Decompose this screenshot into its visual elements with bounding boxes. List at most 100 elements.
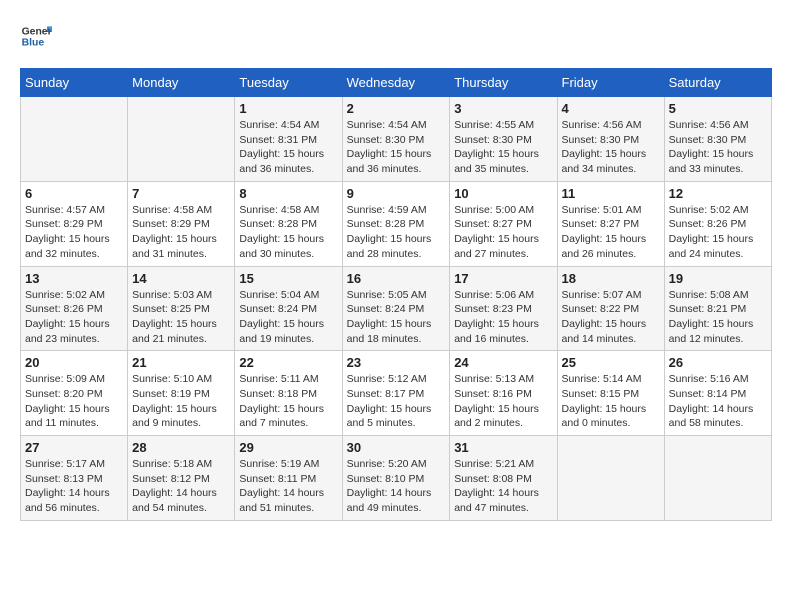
calendar-week-1: 1Sunrise: 4:54 AM Sunset: 8:31 PM Daylig… [21, 97, 772, 182]
calendar-cell: 21Sunrise: 5:10 AM Sunset: 8:19 PM Dayli… [128, 351, 235, 436]
day-number: 22 [239, 355, 337, 370]
day-info: Sunrise: 4:56 AM Sunset: 8:30 PM Dayligh… [669, 118, 767, 177]
calendar-cell: 3 Sunrise: 4:55 AM Sunset: 8:30 PM Daylig… [450, 97, 557, 182]
day-info: Sunrise: 5:01 AM Sunset: 8:27 PM Dayligh… [562, 203, 660, 262]
day-info: Sunrise: 5:13 AM Sunset: 8:16 PM Dayligh… [454, 372, 552, 431]
calendar-cell: 30 Sunrise: 5:20 AM Sunset: 8:10 PM Dayli… [342, 436, 450, 521]
calendar-header-row: SundayMondayTuesdayWednesdayThursdayFrid… [21, 69, 772, 97]
calendar-table: SundayMondayTuesdayWednesdayThursdayFrid… [20, 68, 772, 521]
day-info: Sunrise: 5:17 AM Sunset: 8:13 PM Dayligh… [25, 457, 123, 516]
calendar-cell: 10 Sunrise: 5:00 AM Sunset: 8:27 PM Dayli… [450, 181, 557, 266]
calendar-cell: 2 Sunrise: 4:54 AM Sunset: 8:30 PM Daylig… [342, 97, 450, 182]
day-number: 12 [669, 186, 767, 201]
day-info: Sunrise: 4:55 AM Sunset: 8:30 PM Dayligh… [454, 118, 552, 177]
calendar-cell: 27 Sunrise: 5:17 AM Sunset: 8:13 PM Dayli… [21, 436, 128, 521]
calendar-header-thursday: Thursday [450, 69, 557, 97]
day-number: 7 [132, 186, 230, 201]
calendar-cell: 6 Sunrise: 4:57 AM Sunset: 8:29 PM Daylig… [21, 181, 128, 266]
day-number: 25 [562, 355, 660, 370]
calendar-cell: 28 Sunrise: 5:18 AM Sunset: 8:12 PM Dayli… [128, 436, 235, 521]
day-number: 15 [239, 271, 337, 286]
day-info: Sunrise: 5:16 AM Sunset: 8:14 PM Dayligh… [669, 372, 767, 431]
day-number: 6 [25, 186, 123, 201]
day-info: Sunrise: 5:10 AM Sunset: 8:19 PM Dayligh… [132, 372, 230, 431]
day-number: 29 [239, 440, 337, 455]
day-info: Sunrise: 5:12 AM Sunset: 8:17 PM Dayligh… [347, 372, 446, 431]
day-number: 10 [454, 186, 552, 201]
day-info: Sunrise: 5:07 AM Sunset: 8:22 PM Dayligh… [562, 288, 660, 347]
day-number: 5 [669, 101, 767, 116]
calendar-cell: 19 Sunrise: 5:08 AM Sunset: 8:21 PM Dayli… [664, 266, 771, 351]
calendar-cell: 31 Sunrise: 5:21 AM Sunset: 8:08 PM Dayli… [450, 436, 557, 521]
day-number: 9 [347, 186, 446, 201]
calendar-cell: 17Sunrise: 5:06 AM Sunset: 8:23 PM Dayli… [450, 266, 557, 351]
day-number: 2 [347, 101, 446, 116]
day-info: Sunrise: 5:21 AM Sunset: 8:08 PM Dayligh… [454, 457, 552, 516]
calendar-cell: 22 Sunrise: 5:11 AM Sunset: 8:18 PM Dayli… [235, 351, 342, 436]
calendar-cell: 26 Sunrise: 5:16 AM Sunset: 8:14 PM Dayli… [664, 351, 771, 436]
day-number: 16 [347, 271, 446, 286]
calendar-cell: 11 Sunrise: 5:01 AM Sunset: 8:27 PM Dayli… [557, 181, 664, 266]
day-number: 4 [562, 101, 660, 116]
day-number: 14 [132, 271, 230, 286]
day-info: Sunrise: 5:02 AM Sunset: 8:26 PM Dayligh… [669, 203, 767, 262]
calendar-cell: 12 Sunrise: 5:02 AM Sunset: 8:26 PM Dayli… [664, 181, 771, 266]
calendar-header-wednesday: Wednesday [342, 69, 450, 97]
day-number: 30 [347, 440, 446, 455]
day-info: Sunrise: 5:00 AM Sunset: 8:27 PM Dayligh… [454, 203, 552, 262]
day-number: 31 [454, 440, 552, 455]
day-info: Sunrise: 4:58 AM Sunset: 8:29 PM Dayligh… [132, 203, 230, 262]
calendar-header-sunday: Sunday [21, 69, 128, 97]
day-number: 3 [454, 101, 552, 116]
day-info: Sunrise: 5:14 AM Sunset: 8:15 PM Dayligh… [562, 372, 660, 431]
day-info: Sunrise: 5:20 AM Sunset: 8:10 PM Dayligh… [347, 457, 446, 516]
calendar-cell: 1Sunrise: 4:54 AM Sunset: 8:31 PM Daylig… [235, 97, 342, 182]
day-info: Sunrise: 5:08 AM Sunset: 8:21 PM Dayligh… [669, 288, 767, 347]
calendar-cell: 9 Sunrise: 4:59 AM Sunset: 8:28 PM Daylig… [342, 181, 450, 266]
calendar-cell: 25 Sunrise: 5:14 AM Sunset: 8:15 PM Dayli… [557, 351, 664, 436]
calendar-cell: 7 Sunrise: 4:58 AM Sunset: 8:29 PM Daylig… [128, 181, 235, 266]
day-info: Sunrise: 5:11 AM Sunset: 8:18 PM Dayligh… [239, 372, 337, 431]
calendar-cell [557, 436, 664, 521]
day-info: Sunrise: 4:54 AM Sunset: 8:30 PM Dayligh… [347, 118, 446, 177]
calendar-cell: 4 Sunrise: 4:56 AM Sunset: 8:30 PM Daylig… [557, 97, 664, 182]
day-number: 28 [132, 440, 230, 455]
day-info: Sunrise: 5:18 AM Sunset: 8:12 PM Dayligh… [132, 457, 230, 516]
calendar-body: 1Sunrise: 4:54 AM Sunset: 8:31 PM Daylig… [21, 97, 772, 521]
calendar-header-tuesday: Tuesday [235, 69, 342, 97]
day-number: 11 [562, 186, 660, 201]
logo: General Blue [20, 20, 52, 52]
calendar-header-saturday: Saturday [664, 69, 771, 97]
day-info: Sunrise: 5:03 AM Sunset: 8:25 PM Dayligh… [132, 288, 230, 347]
day-number: 18 [562, 271, 660, 286]
day-info: Sunrise: 4:54 AM Sunset: 8:31 PM Dayligh… [239, 118, 337, 177]
calendar-cell [664, 436, 771, 521]
day-info: Sunrise: 5:05 AM Sunset: 8:24 PM Dayligh… [347, 288, 446, 347]
day-info: Sunrise: 5:02 AM Sunset: 8:26 PM Dayligh… [25, 288, 123, 347]
day-number: 13 [25, 271, 123, 286]
calendar-week-4: 20Sunrise: 5:09 AM Sunset: 8:20 PM Dayli… [21, 351, 772, 436]
day-info: Sunrise: 4:58 AM Sunset: 8:28 PM Dayligh… [239, 203, 337, 262]
calendar-cell: 29 Sunrise: 5:19 AM Sunset: 8:11 PM Dayli… [235, 436, 342, 521]
logo-icon: General Blue [20, 20, 52, 52]
day-info: Sunrise: 4:59 AM Sunset: 8:28 PM Dayligh… [347, 203, 446, 262]
calendar-cell: 8Sunrise: 4:58 AM Sunset: 8:28 PM Daylig… [235, 181, 342, 266]
calendar-cell: 5 Sunrise: 4:56 AM Sunset: 8:30 PM Daylig… [664, 97, 771, 182]
day-info: Sunrise: 4:56 AM Sunset: 8:30 PM Dayligh… [562, 118, 660, 177]
calendar-week-3: 13 Sunrise: 5:02 AM Sunset: 8:26 PM Dayli… [21, 266, 772, 351]
day-number: 23 [347, 355, 446, 370]
day-number: 27 [25, 440, 123, 455]
calendar-cell: 15Sunrise: 5:04 AM Sunset: 8:24 PM Dayli… [235, 266, 342, 351]
day-number: 20 [25, 355, 123, 370]
day-info: Sunrise: 4:57 AM Sunset: 8:29 PM Dayligh… [25, 203, 123, 262]
day-info: Sunrise: 5:19 AM Sunset: 8:11 PM Dayligh… [239, 457, 337, 516]
calendar-cell: 13 Sunrise: 5:02 AM Sunset: 8:26 PM Dayli… [21, 266, 128, 351]
calendar-cell: 24Sunrise: 5:13 AM Sunset: 8:16 PM Dayli… [450, 351, 557, 436]
svg-text:Blue: Blue [22, 38, 45, 49]
calendar-cell: 18 Sunrise: 5:07 AM Sunset: 8:22 PM Dayli… [557, 266, 664, 351]
day-number: 17 [454, 271, 552, 286]
day-number: 19 [669, 271, 767, 286]
calendar-header-friday: Friday [557, 69, 664, 97]
day-number: 26 [669, 355, 767, 370]
header: General Blue [20, 20, 772, 52]
